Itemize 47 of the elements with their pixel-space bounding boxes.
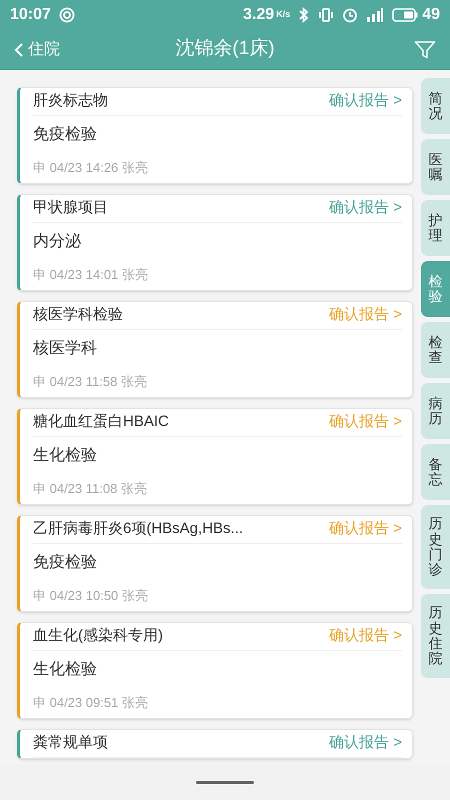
request-info: 申 04/23 11:08 张亮 <box>33 480 148 498</box>
hotspot-icon <box>58 7 75 23</box>
report-title: 糖化血红蛋白HBAIC <box>33 412 170 432</box>
report-category: 免疫检验 <box>33 124 98 144</box>
report-title: 肝炎标志物 <box>33 91 109 112</box>
report-title: 血生化(感染科专用) <box>33 626 164 646</box>
report-category: 生化检验 <box>33 660 98 680</box>
side-tab[interactable]: 检查 <box>421 322 450 378</box>
filter-icon[interactable] <box>414 40 436 60</box>
report-card[interactable]: 糖化血红蛋白HBAIC 确认报告 > 生化检验 申 04/23 11:08 张亮 <box>17 408 413 505</box>
page-title: 沈锦余(1床) <box>175 37 275 62</box>
report-title: 乙肝病毒肝炎6项(HBsAg,HBs... <box>33 519 244 540</box>
request-info: 申 04/23 09:51 张亮 <box>33 694 149 712</box>
side-tab[interactable]: 医嘱 <box>421 139 450 195</box>
speed-unit: K/s <box>276 8 290 22</box>
vibrate-icon <box>318 7 334 23</box>
bluetooth-icon <box>298 7 310 23</box>
report-title: 粪常规单项 <box>33 733 109 754</box>
side-tab[interactable]: 病历 <box>421 383 450 439</box>
report-card[interactable]: 血生化(感染科专用) 确认报告 > 生化检验 申 04/23 09:51 张亮 <box>17 622 413 719</box>
signal-icon <box>366 7 384 23</box>
back-icon <box>14 42 24 58</box>
report-category: 生化检验 <box>33 446 98 466</box>
status-time: 10:07 <box>10 5 51 25</box>
report-category: 内分泌 <box>33 232 82 252</box>
report-category: 核医学科 <box>33 338 98 358</box>
report-card[interactable]: 甲状腺项目 确认报告 > 内分泌 申 04/23 14:01 张亮 <box>17 194 413 291</box>
request-info: 申 04/23 14:01 张亮 <box>33 266 149 284</box>
report-category: 免疫检验 <box>33 552 98 572</box>
side-tab[interactable]: 简况 <box>421 78 450 134</box>
side-tab[interactable]: 备忘 <box>421 444 450 500</box>
network-speed: 3.29 <box>243 5 274 25</box>
request-info: 申 04/23 10:50 张亮 <box>33 587 149 606</box>
request-info: 申 04/23 14:26 张亮 <box>33 159 149 178</box>
report-card[interactable]: 核医学科检验 确认报告 > 核医学科 申 04/23 11:58 张亮 <box>17 301 413 398</box>
report-card[interactable]: 粪常规单项 确认报告 > <box>17 729 413 759</box>
side-tab[interactable]: 历史住院 <box>421 594 450 678</box>
report-card[interactable]: 乙肝病毒肝炎6项(HBsAg,HBs... 确认报告 > 免疫检验 申 04/23 10:50 张亮 <box>17 515 413 612</box>
alarm-icon <box>342 7 358 23</box>
report-card[interactable]: 肝炎标志物 确认报告 > 免疫检验 申 04/23 14:26 张亮 <box>17 87 413 184</box>
report-title: 甲状腺项目 <box>33 198 109 218</box>
side-tab[interactable]: 护理 <box>421 200 450 256</box>
report-title: 核医学科检验 <box>33 305 124 326</box>
request-info: 申 04/23 11:58 张亮 <box>33 373 148 392</box>
battery-icon <box>392 8 418 22</box>
side-tab[interactable]: 历史门诊 <box>421 505 450 589</box>
battery-level: 49 <box>422 5 440 25</box>
